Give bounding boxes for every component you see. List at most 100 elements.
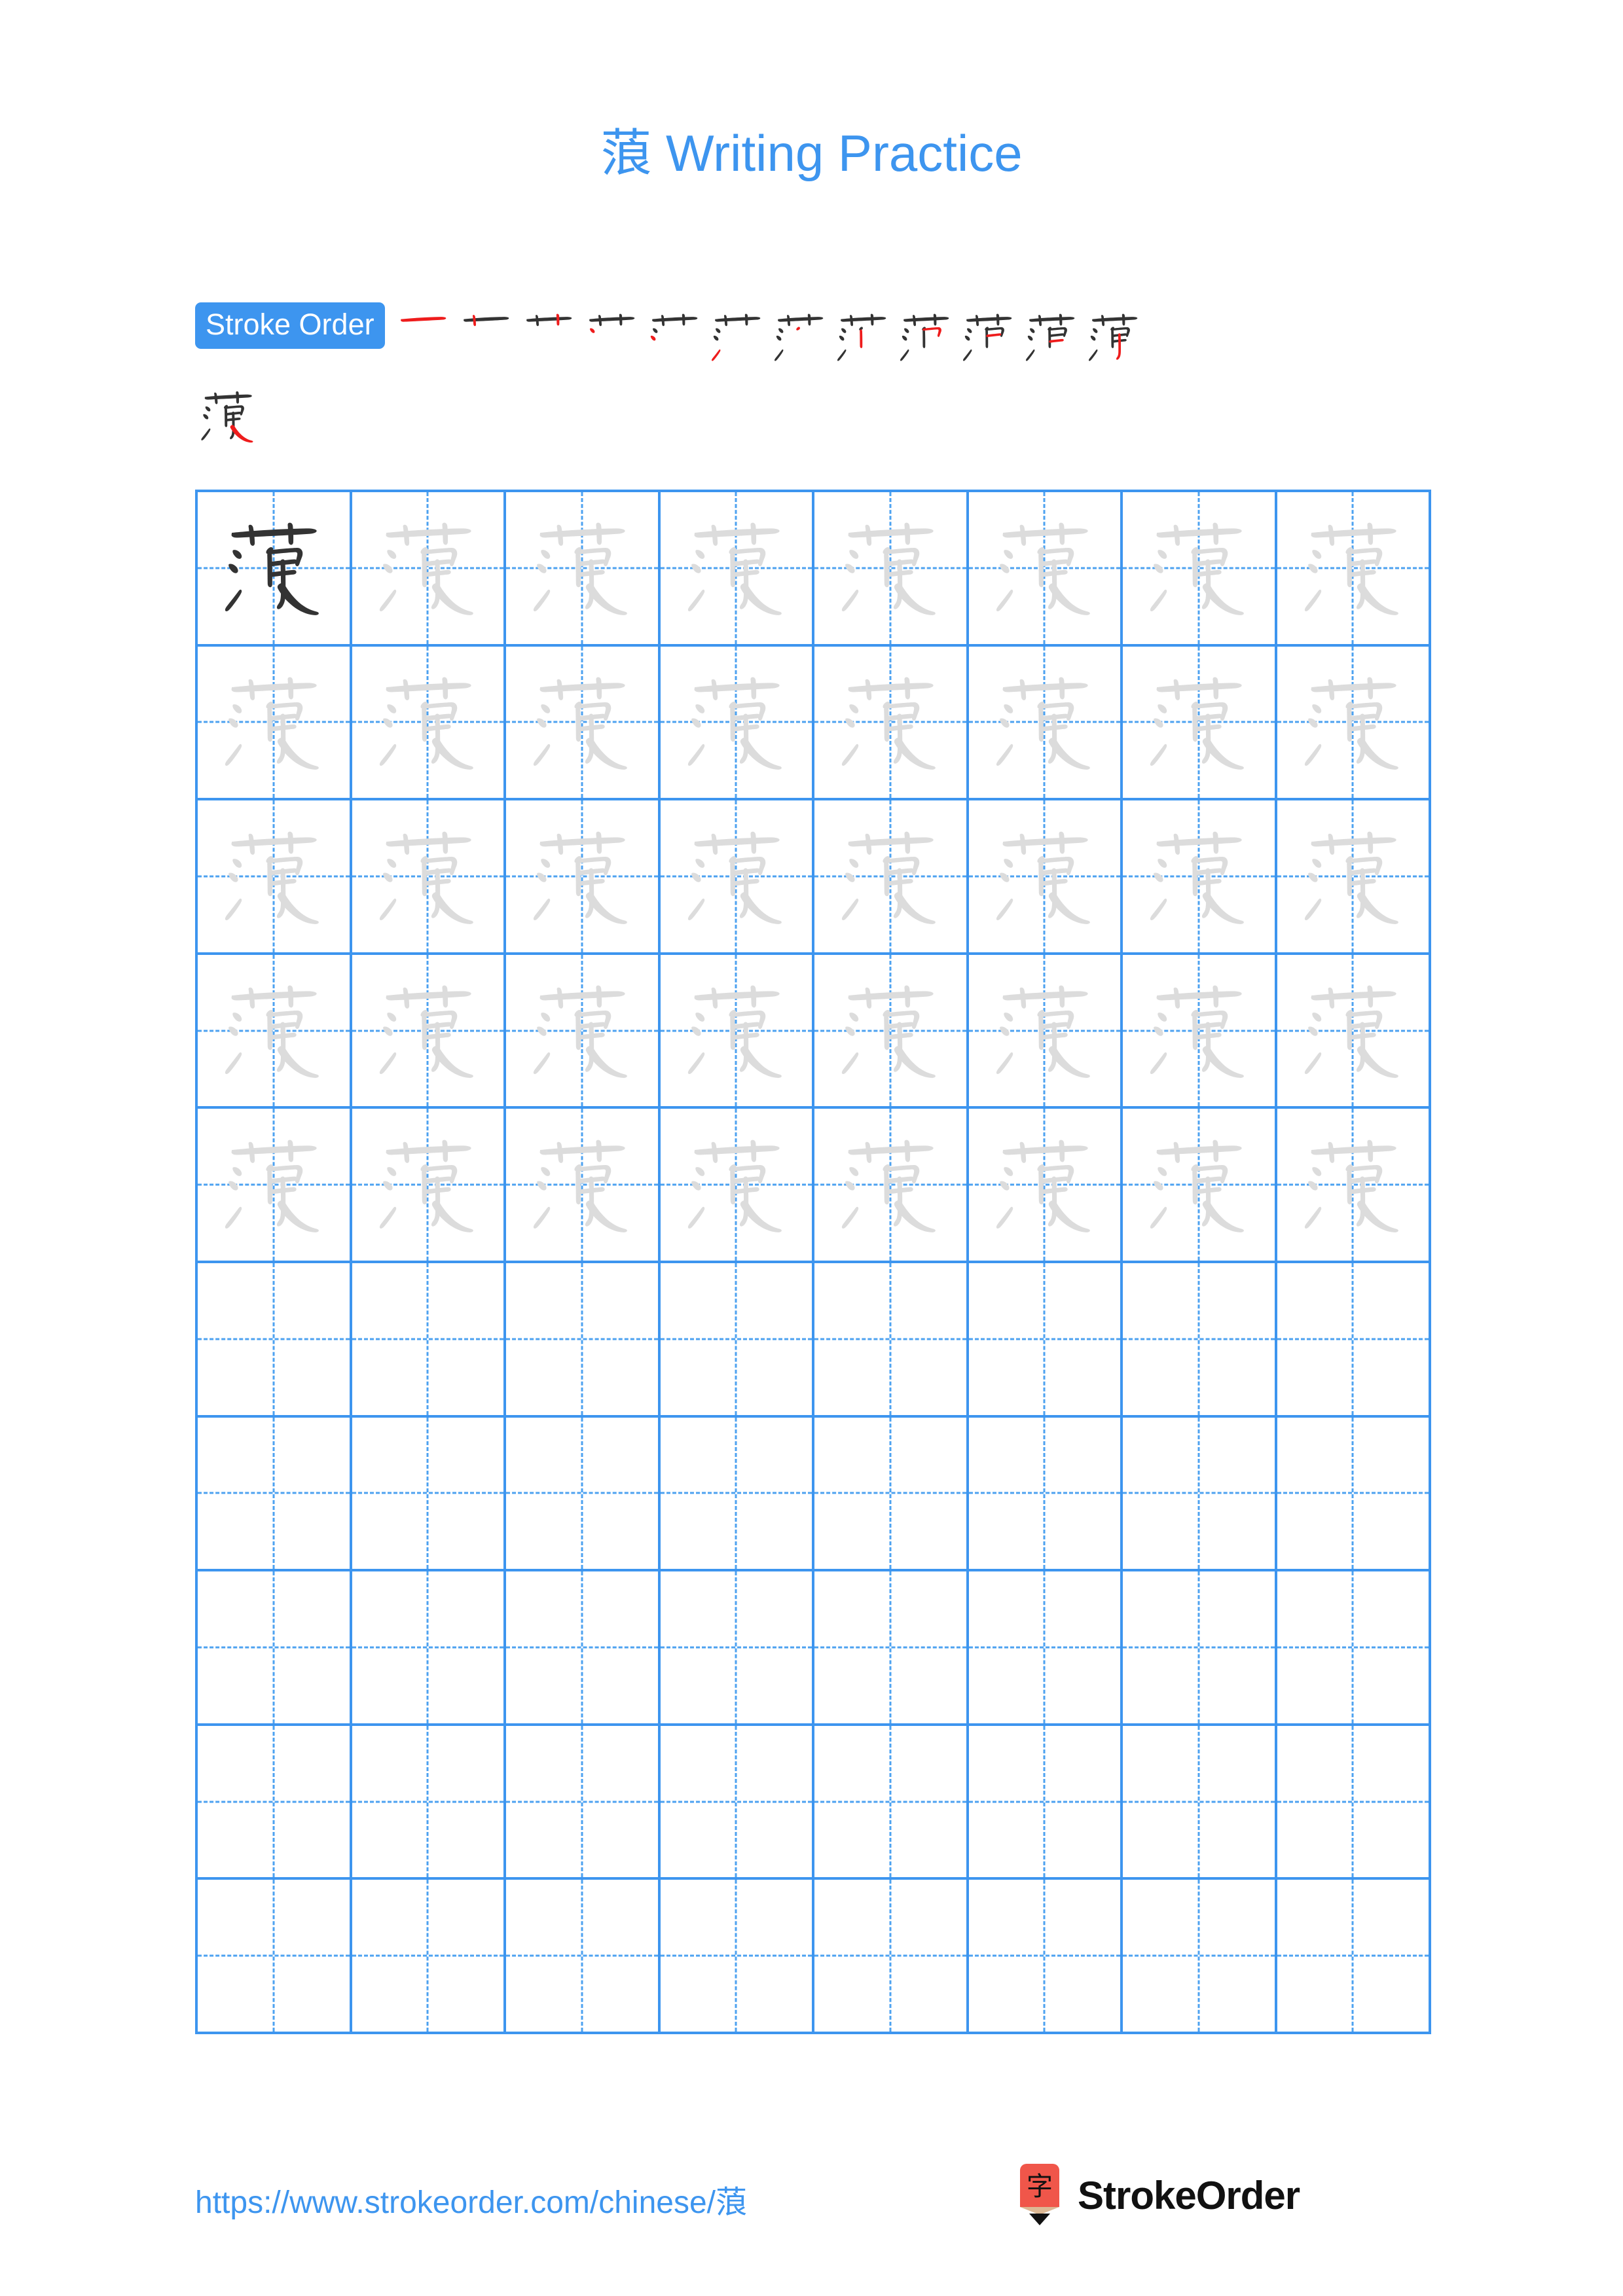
- practice-cell-r3-c4[interactable]: [660, 800, 814, 955]
- practice-cell-r2-c7[interactable]: [1123, 646, 1277, 801]
- practice-cell-r6-c8[interactable]: [1277, 1263, 1431, 1418]
- stroke-order-step-2: [454, 302, 517, 373]
- page-title: 蒗 Writing Practice: [600, 124, 1023, 182]
- practice-cell-r2-c6[interactable]: [968, 646, 1123, 801]
- practice-cell-r10-c1[interactable]: [198, 1880, 352, 2034]
- practice-cell-r1-c5[interactable]: [814, 492, 969, 647]
- trace-character: [661, 800, 812, 952]
- practice-cell-r1-c8[interactable]: [1277, 492, 1431, 647]
- trace-character: [198, 800, 350, 952]
- practice-cell-r9-c4[interactable]: [660, 1725, 814, 1880]
- practice-cell-r4-c5[interactable]: [814, 954, 969, 1109]
- practice-cell-r3-c7[interactable]: [1123, 800, 1277, 955]
- practice-cell-r2-c4[interactable]: [660, 646, 814, 801]
- practice-cell-r4-c7[interactable]: [1123, 954, 1277, 1109]
- practice-cell-r9-c2[interactable]: [352, 1725, 506, 1880]
- practice-cell-r9-c6[interactable]: [968, 1725, 1123, 1880]
- practice-grid: [195, 490, 1431, 2034]
- practice-cell-r9-c8[interactable]: [1277, 1725, 1431, 1880]
- practice-cell-r8-c4[interactable]: [660, 1571, 814, 1726]
- practice-cell-r5-c8[interactable]: [1277, 1109, 1431, 1263]
- practice-cell-r6-c2[interactable]: [352, 1263, 506, 1418]
- practice-cell-r3-c1[interactable]: [198, 800, 352, 955]
- practice-cell-r7-c4[interactable]: [660, 1417, 814, 1572]
- practice-cell-r1-c3[interactable]: [506, 492, 661, 647]
- practice-cell-r3-c3[interactable]: [506, 800, 661, 955]
- practice-cell-r5-c2[interactable]: [352, 1109, 506, 1263]
- practice-cell-r6-c6[interactable]: [968, 1263, 1123, 1418]
- practice-cell-r8-c2[interactable]: [352, 1571, 506, 1726]
- trace-character: [352, 492, 504, 644]
- practice-cell-r4-c1[interactable]: [198, 954, 352, 1109]
- practice-cell-r4-c2[interactable]: [352, 954, 506, 1109]
- practice-cell-r6-c1[interactable]: [198, 1263, 352, 1418]
- practice-cell-r3-c5[interactable]: [814, 800, 969, 955]
- practice-cell-r8-c5[interactable]: [814, 1571, 969, 1726]
- practice-cell-r8-c8[interactable]: [1277, 1571, 1431, 1726]
- practice-cell-r6-c7[interactable]: [1123, 1263, 1277, 1418]
- practice-cell-r5-c6[interactable]: [968, 1109, 1123, 1263]
- practice-cell-r2-c1[interactable]: [198, 646, 352, 801]
- trace-character: [1123, 955, 1275, 1107]
- trace-character: [352, 1109, 504, 1261]
- practice-cell-r8-c7[interactable]: [1123, 1571, 1277, 1726]
- practice-cell-r8-c3[interactable]: [506, 1571, 661, 1726]
- practice-cell-r2-c3[interactable]: [506, 646, 661, 801]
- practice-cell-r8-c6[interactable]: [968, 1571, 1123, 1726]
- practice-cell-r6-c3[interactable]: [506, 1263, 661, 1418]
- practice-cell-r9-c1[interactable]: [198, 1725, 352, 1880]
- practice-cell-r5-c7[interactable]: [1123, 1109, 1277, 1263]
- practice-cell-r6-c4[interactable]: [660, 1263, 814, 1418]
- practice-cell-r8-c1[interactable]: [198, 1571, 352, 1726]
- trace-character: [1277, 955, 1429, 1107]
- practice-cell-r1-c7[interactable]: [1123, 492, 1277, 647]
- practice-cell-r10-c8[interactable]: [1277, 1880, 1431, 2034]
- practice-cell-r7-c5[interactable]: [814, 1417, 969, 1572]
- practice-cell-r4-c3[interactable]: [506, 954, 661, 1109]
- practice-cell-r9-c7[interactable]: [1123, 1725, 1277, 1880]
- practice-cell-r7-c7[interactable]: [1123, 1417, 1277, 1572]
- practice-cell-r2-c2[interactable]: [352, 646, 506, 801]
- practice-cell-r10-c6[interactable]: [968, 1880, 1123, 2034]
- practice-cell-r5-c1[interactable]: [198, 1109, 352, 1263]
- brand-name-label: StrokeOrder: [1078, 2173, 1300, 2217]
- practice-cell-r9-c5[interactable]: [814, 1725, 969, 1880]
- trace-character: [814, 492, 966, 644]
- trace-character: [506, 800, 658, 952]
- practice-cell-r3-c6[interactable]: [968, 800, 1123, 955]
- trace-character: [1277, 647, 1429, 798]
- practice-cell-r10-c7[interactable]: [1123, 1880, 1277, 2034]
- practice-cell-r3-c8[interactable]: [1277, 800, 1431, 955]
- practice-cell-r1-c4[interactable]: [660, 492, 814, 647]
- practice-cell-r10-c3[interactable]: [506, 1880, 661, 2034]
- practice-cell-r2-c8[interactable]: [1277, 646, 1431, 801]
- practice-cell-r7-c3[interactable]: [506, 1417, 661, 1572]
- practice-cell-r5-c5[interactable]: [814, 1109, 969, 1263]
- stroke-order-step-8: [831, 302, 894, 373]
- practice-cell-r1-c2[interactable]: [352, 492, 506, 647]
- trace-character: [661, 647, 812, 798]
- practice-cell-r7-c8[interactable]: [1277, 1417, 1431, 1572]
- practice-cell-r7-c2[interactable]: [352, 1417, 506, 1572]
- trace-character: [352, 800, 504, 952]
- practice-cell-r4-c8[interactable]: [1277, 954, 1431, 1109]
- practice-cell-r10-c2[interactable]: [352, 1880, 506, 2034]
- practice-cell-r2-c5[interactable]: [814, 646, 969, 801]
- stroke-order-step-1: [392, 302, 454, 373]
- practice-cell-r4-c6[interactable]: [968, 954, 1123, 1109]
- practice-cell-r5-c4[interactable]: [660, 1109, 814, 1263]
- footer-url-link[interactable]: https://www.strokeorder.com/chinese/蒗: [195, 2176, 747, 2222]
- practice-cell-r6-c5[interactable]: [814, 1263, 969, 1418]
- practice-cell-r1-c6[interactable]: [968, 492, 1123, 647]
- practice-cell-r5-c3[interactable]: [506, 1109, 661, 1263]
- practice-cell-r9-c3[interactable]: [506, 1725, 661, 1880]
- practice-cell-r10-c5[interactable]: [814, 1880, 969, 2034]
- practice-cell-r10-c4[interactable]: [660, 1880, 814, 2034]
- stroke-order-step-6: [706, 302, 769, 373]
- practice-cell-r7-c6[interactable]: [968, 1417, 1123, 1572]
- practice-cell-r1-c1[interactable]: [198, 492, 352, 647]
- stroke-order-step-7: [769, 302, 831, 373]
- practice-cell-r4-c4[interactable]: [660, 954, 814, 1109]
- practice-cell-r3-c2[interactable]: [352, 800, 506, 955]
- practice-cell-r7-c1[interactable]: [198, 1417, 352, 1572]
